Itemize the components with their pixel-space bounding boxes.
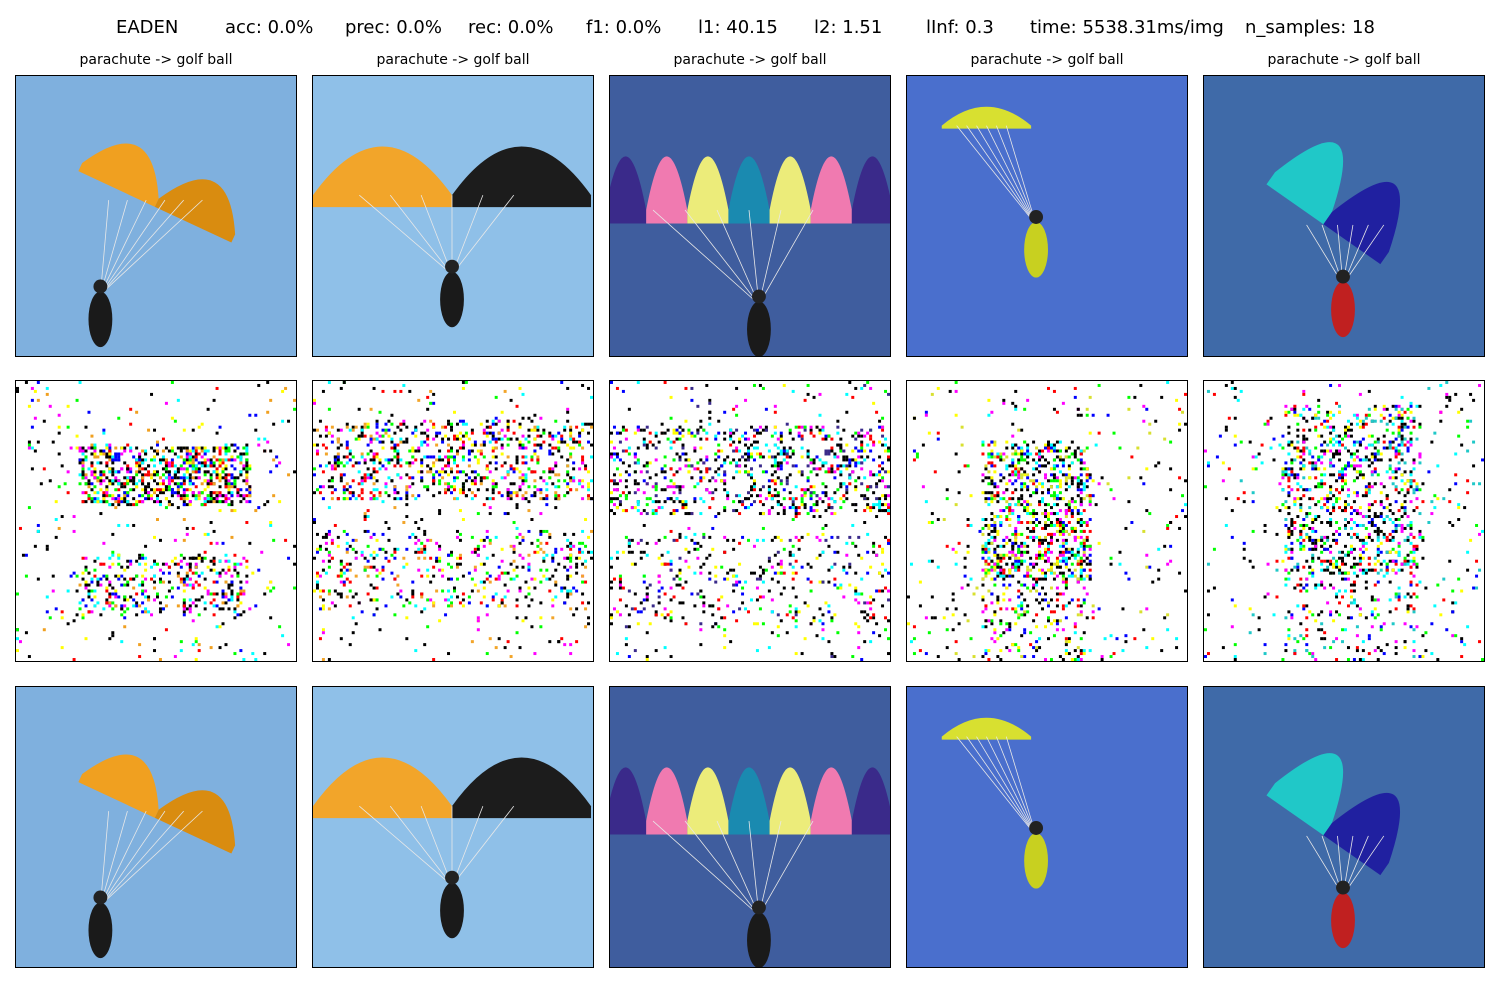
metric-l1: l1: 40.15	[698, 17, 778, 38]
perturbation-image-panel	[312, 380, 594, 662]
original-image	[313, 76, 593, 356]
metric-time: time: 5538.31ms/img	[1030, 17, 1224, 38]
perturbation-image	[1204, 381, 1484, 661]
perturbation-image-panel	[906, 380, 1188, 662]
original-image-panel	[609, 75, 891, 357]
original-image-panel	[312, 75, 594, 357]
original-image-panel	[15, 75, 297, 357]
adversarial-image-panel	[312, 686, 594, 968]
adversarial-image	[313, 687, 593, 967]
original-image	[610, 76, 890, 356]
adversarial-image-panel	[1203, 686, 1485, 968]
adversarial-image	[610, 687, 890, 967]
adversarial-image-panel	[15, 686, 297, 968]
original-image-panel	[906, 75, 1188, 357]
column-title: parachute -> golf ball	[79, 52, 233, 68]
metric-l2: l2: 1.51	[814, 17, 883, 38]
metric-linf: lInf: 0.3	[926, 17, 994, 38]
adversarial-image	[1204, 687, 1484, 967]
method-name: EADEN	[116, 17, 179, 38]
metric-rec: rec: 0.0%	[468, 17, 554, 38]
perturbation-image	[16, 381, 296, 661]
metric-n-samples: n_samples: 18	[1245, 17, 1375, 38]
original-image	[16, 76, 296, 356]
adversarial-image	[907, 687, 1187, 967]
metric-acc: acc: 0.0%	[225, 17, 314, 38]
adversarial-image	[16, 687, 296, 967]
perturbation-image-panel	[1203, 380, 1485, 662]
adversarial-image-panel	[906, 686, 1188, 968]
original-image-panel	[1203, 75, 1485, 357]
perturbation-image	[313, 381, 593, 661]
column-title: parachute -> golf ball	[970, 52, 1124, 68]
perturbation-image-panel	[609, 380, 891, 662]
original-image	[1204, 76, 1484, 356]
adversarial-image-panel	[609, 686, 891, 968]
metric-prec: prec: 0.0%	[345, 17, 442, 38]
column-title: parachute -> golf ball	[1267, 52, 1421, 68]
column-title: parachute -> golf ball	[376, 52, 530, 68]
perturbation-image	[610, 381, 890, 661]
column-title: parachute -> golf ball	[673, 52, 827, 68]
figure-suptitle: EADEN acc: 0.0% prec: 0.0% rec: 0.0% f1:…	[0, 14, 1500, 42]
perturbation-image	[907, 381, 1187, 661]
original-image	[907, 76, 1187, 356]
metric-f1: f1: 0.0%	[586, 17, 662, 38]
perturbation-image-panel	[15, 380, 297, 662]
